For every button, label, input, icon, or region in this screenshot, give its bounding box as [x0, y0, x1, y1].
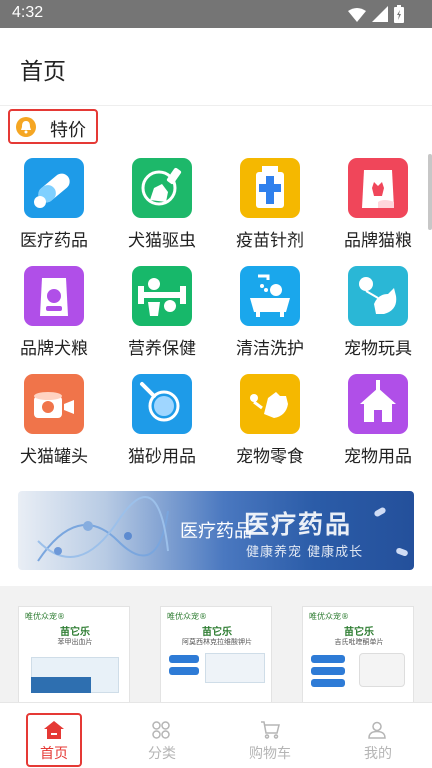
- product-card[interactable]: 唯优众宠® 苗它乐 阿莫西林克拉维酸钾片: [160, 606, 272, 702]
- pill-capsule-icon: [24, 158, 84, 218]
- home-content[interactable]: 特价 医疗药品 犬猫驱虫 疫苗针剂 品牌猫粮 品牌犬粮 营养保健 清洁洗护 宠物…: [0, 106, 432, 702]
- dog-food-bag-icon: [24, 266, 84, 326]
- category-label: 清洁洗护: [236, 339, 304, 359]
- category-label: 犬猫罐头: [20, 447, 88, 467]
- category-grooming[interactable]: 清洁洗护: [216, 264, 324, 372]
- litter-scoop-icon: [132, 374, 192, 434]
- product-card[interactable]: 唯优众宠® 苗它乐 吉氏吡喹酮单片: [302, 606, 414, 702]
- tab-home-highlight: [26, 713, 82, 767]
- deworm-dog-icon: [132, 158, 192, 218]
- category-cat-food[interactable]: 品牌猫粮: [324, 156, 432, 264]
- product-title: 苗它乐: [344, 627, 374, 638]
- banner-overlay-text: 医疗药品: [180, 521, 252, 542]
- cat-toy-icon: [348, 266, 408, 326]
- category-label: 宠物零食: [236, 447, 304, 467]
- promo-banner[interactable]: 医疗药品 医疗药品 健康养宠 健康成长: [18, 491, 414, 570]
- category-deworm[interactable]: 犬猫驱虫: [108, 156, 216, 264]
- category-label: 品牌猫粮: [344, 231, 412, 251]
- tab-label: 购物车: [249, 746, 291, 762]
- page-title: 首页: [20, 59, 66, 85]
- banner-slogan: 健康养宠 健康成长: [246, 545, 364, 560]
- capsule-graphic: [373, 506, 387, 518]
- category-vaccine[interactable]: 疫苗针剂: [216, 156, 324, 264]
- product-subtitle: 苯甲出血片: [57, 638, 93, 646]
- category-label: 品牌犬粮: [20, 339, 88, 359]
- category-label: 疫苗针剂: [236, 231, 304, 251]
- special-offer-link[interactable]: 特价: [8, 109, 98, 144]
- capsule-graphic: [395, 547, 409, 557]
- product-subtitle: 吉氏吡喹酮单片: [334, 638, 384, 646]
- category-canned[interactable]: 犬猫罐头: [0, 372, 108, 480]
- product-brand: 唯优众宠®: [309, 612, 349, 621]
- pet-can-icon: [24, 374, 84, 434]
- wifi-icon: [348, 7, 366, 26]
- category-snacks[interactable]: 宠物零食: [216, 372, 324, 480]
- category-label: 宠物用品: [344, 447, 412, 467]
- dog-bath-icon: [240, 266, 300, 326]
- category-dog-food[interactable]: 品牌犬粮: [0, 264, 108, 372]
- product-image: [169, 667, 199, 675]
- signal-icon: [372, 6, 388, 26]
- cart-icon: [260, 721, 280, 743]
- health-dogs-icon: [132, 266, 192, 326]
- product-card[interactable]: 唯优众宠® 苗它乐 苯甲出血片: [18, 606, 130, 702]
- category-litter[interactable]: 猫砂用品: [108, 372, 216, 480]
- category-grid-icon: [152, 721, 170, 743]
- category-label: 猫砂用品: [128, 447, 196, 467]
- pet-snack-icon: [240, 374, 300, 434]
- category-toys[interactable]: 宠物玩具: [324, 264, 432, 372]
- cat-food-bag-icon: [348, 158, 408, 218]
- tab-label: 我的: [364, 746, 392, 762]
- category-label: 营养保健: [128, 339, 196, 359]
- category-label: 医疗药品: [20, 231, 88, 251]
- battery-icon: [394, 5, 404, 27]
- category-medicine[interactable]: 医疗药品: [0, 156, 108, 264]
- product-image: [311, 667, 345, 675]
- product-image: [31, 677, 91, 693]
- app-header: 首页: [0, 28, 432, 106]
- product-brand: 唯优众宠®: [25, 612, 65, 621]
- user-icon: [368, 721, 386, 743]
- category-label: 宠物玩具: [344, 339, 412, 359]
- tab-profile[interactable]: 我的: [324, 703, 432, 768]
- product-brand: 唯优众宠®: [167, 612, 207, 621]
- product-subtitle: 阿莫西林克拉维酸钾片: [182, 638, 252, 646]
- tab-label: 分类: [148, 746, 176, 762]
- tab-category[interactable]: 分类: [108, 703, 216, 768]
- status-time: 4:32: [12, 4, 44, 21]
- bell-icon: [16, 117, 36, 137]
- category-label: 犬猫驱虫: [128, 231, 196, 251]
- vaccine-cross-icon: [240, 158, 300, 218]
- status-bar: 4:32: [0, 0, 432, 28]
- pet-house-icon: [348, 374, 408, 434]
- special-offer-label: 特价: [50, 120, 86, 141]
- status-icons: [348, 5, 404, 27]
- product-image: [311, 679, 345, 687]
- product-image: [359, 653, 405, 687]
- category-supplies[interactable]: 宠物用品: [324, 372, 432, 480]
- dna-helix-graphic: [37, 496, 169, 562]
- product-image: [169, 655, 199, 663]
- product-title: 苗它乐: [60, 627, 90, 638]
- product-image: [205, 653, 265, 683]
- product-title: 苗它乐: [202, 627, 232, 638]
- product-strip: 唯优众宠® 苗它乐 苯甲出血片 唯优众宠® 苗它乐 阿莫西林克拉维酸钾片 唯优众…: [0, 586, 432, 702]
- banner-title: 医疗药品: [244, 510, 353, 539]
- tab-cart[interactable]: 购物车: [216, 703, 324, 768]
- product-image: [311, 655, 345, 663]
- category-nutrition[interactable]: 营养保健: [108, 264, 216, 372]
